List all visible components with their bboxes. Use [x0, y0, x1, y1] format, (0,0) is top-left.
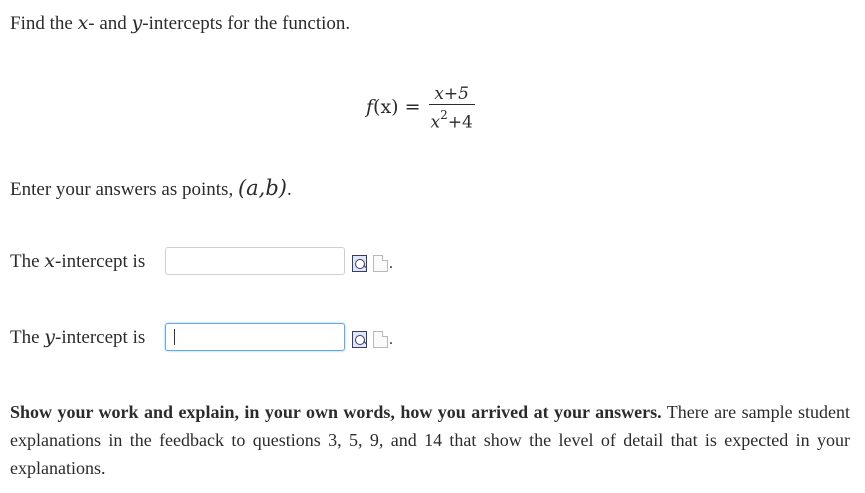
x-intercept-label-suffix: -intercept is: [55, 251, 146, 272]
x-intercept-label-prefix: The: [10, 251, 45, 272]
instruction-prefix: Find the: [10, 13, 78, 34]
entry-help-icon[interactable]: [373, 331, 388, 348]
x-intercept-label: The x-intercept is: [10, 250, 145, 273]
question-instruction: Find the x- and y-intercepts for the fun…: [10, 12, 350, 35]
y-intercept-label: The y-intercept is: [10, 326, 145, 349]
equation-numerator: x+5: [434, 83, 469, 104]
y-intercept-label-prefix: The: [10, 327, 45, 348]
denominator-base: x: [430, 112, 441, 133]
instruction-suffix: -intercepts for the function.: [142, 13, 351, 34]
fraction-bar: [428, 103, 475, 105]
equation-fraction: x+5 x2+4: [428, 83, 475, 133]
format-hint-period: .: [287, 179, 292, 200]
explanation-paragraph: Show your work and explain, in your own …: [10, 398, 850, 482]
instruction-x-var: x: [77, 12, 89, 34]
format-hint-point: (a,b): [237, 176, 287, 200]
x-intercept-label-var: x: [44, 250, 56, 272]
y-intercept-label-var: y: [44, 326, 56, 348]
equation-equals: =: [404, 96, 421, 118]
instruction-mid: - and: [88, 13, 132, 34]
x-intercept-trailing-period: .: [389, 255, 393, 272]
instruction-y-var: y: [131, 12, 143, 34]
equation-f: f: [366, 96, 374, 118]
text-caret: [174, 329, 175, 345]
format-hint: Enter your answers as points, (a,b).: [10, 176, 292, 201]
x-intercept-input[interactable]: [165, 247, 345, 275]
equation-denominator: x2+4: [429, 107, 475, 133]
explanation-bold: Show your work and explain, in your own …: [10, 402, 662, 422]
entry-help-icon[interactable]: [373, 255, 388, 272]
function-equation: f(x) = x+5 x2+4: [366, 80, 475, 134]
y-intercept-input[interactable]: [165, 323, 345, 351]
denominator-rest: +4: [447, 112, 473, 133]
y-intercept-trailing-period: .: [389, 331, 393, 348]
equation-lhs: f(x): [366, 96, 399, 118]
denominator-exp: 2: [440, 107, 448, 122]
y-intercept-label-suffix: -intercept is: [55, 327, 146, 348]
equation-arg: (x): [373, 96, 399, 118]
preview-answer-icon[interactable]: [352, 331, 367, 348]
preview-answer-icon[interactable]: [352, 255, 367, 272]
format-hint-text: Enter your answers as points,: [10, 179, 238, 200]
